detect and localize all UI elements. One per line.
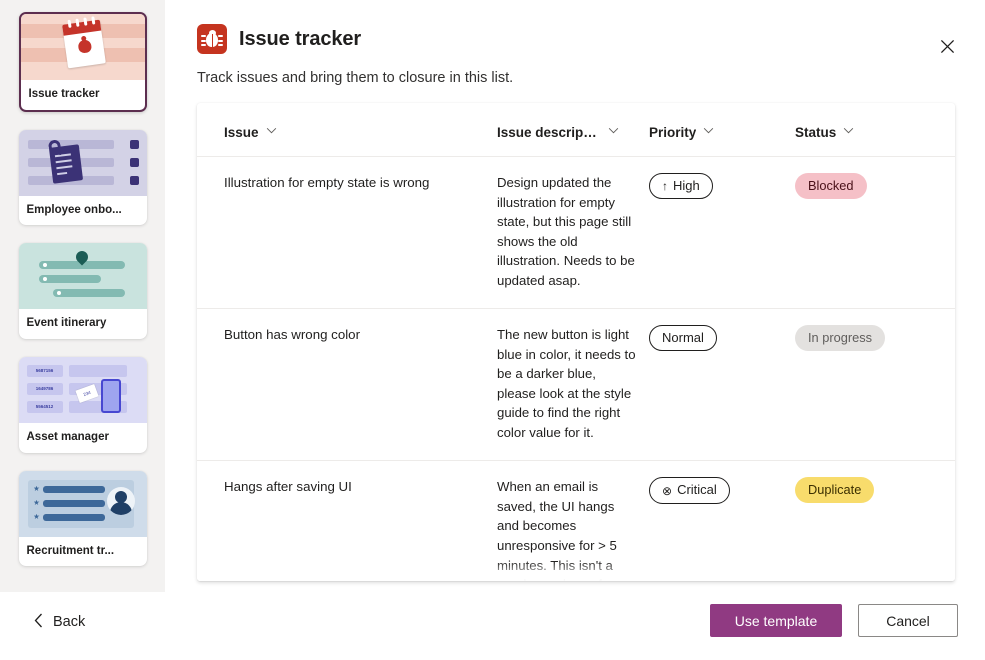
cell-description: When an email is saved, the UI hangs and… — [497, 460, 649, 581]
cell-status: Duplicate — [795, 460, 955, 581]
use-template-button[interactable]: Use template — [710, 604, 842, 637]
column-header-issue[interactable]: Issue — [197, 103, 497, 157]
column-header-label: Issue — [224, 125, 259, 140]
asset-id: 5564512 — [26, 400, 63, 413]
issue-tracker-thumb — [20, 14, 145, 80]
back-button[interactable]: Back — [30, 607, 89, 637]
asset-id: 1649786 — [26, 382, 63, 395]
status-badge[interactable]: Duplicate — [795, 477, 875, 504]
sidebar-item-asset-manager[interactable]: 5687156 1649786 5564512 234 Asset manage… — [18, 356, 147, 453]
cell-issue: Illustration for empty state is wrong — [197, 156, 497, 310]
cancel-button[interactable]: Cancel — [858, 604, 958, 637]
column-header-issue-description[interactable]: Issue descripti... — [497, 103, 649, 157]
status-badge[interactable]: In progress — [795, 325, 886, 352]
priority-pill[interactable]: ⊗ Critical — [649, 477, 730, 504]
close-icon[interactable] — [931, 30, 963, 62]
page-title-row: Issue tracker — [197, 24, 361, 54]
cell-issue: Hangs after saving UI — [197, 460, 497, 581]
page-subtitle: Track issues and bring them to closure i… — [197, 70, 514, 86]
sidebar-item-event-itinerary[interactable]: Event itinerary — [18, 243, 147, 339]
column-header-priority[interactable]: Priority — [649, 103, 795, 157]
cell-description-text: Design updated the illustration for empt… — [497, 175, 635, 288]
sidebar-item-issue-tracker[interactable]: Issue tracker — [18, 12, 147, 112]
cell-issue: Button has wrong color — [197, 308, 497, 462]
sidebar-item-label: Event itinerary — [26, 317, 107, 330]
priority-pill[interactable]: Normal — [649, 325, 717, 352]
bug-icon — [197, 24, 227, 54]
arrow-up-icon: ↑ — [662, 179, 668, 194]
dialog-footer: Back Use template Cancel — [0, 592, 985, 660]
sidebar-item-employee-onboarding[interactable]: Employee onbo... — [18, 129, 147, 226]
template-list-sidebar[interactable]: Issue tracker Employee onbo... Event iti… — [0, 0, 165, 592]
cancel-circle-icon: ⊗ — [662, 483, 673, 498]
cell-description-text: The new button is light blue in color, i… — [497, 327, 636, 440]
column-header-label: Issue descripti... — [497, 125, 601, 140]
cell-description: The new button is light blue in color, i… — [497, 308, 649, 462]
priority-label: Normal — [662, 330, 704, 346]
priority-label: High — [673, 178, 700, 193]
cell-priority: ⊗ Critical — [649, 460, 795, 581]
cell-status: Blocked — [795, 156, 955, 310]
status-badge[interactable]: Blocked — [795, 173, 867, 199]
column-header-label: Status — [795, 125, 837, 140]
back-label: Back — [53, 614, 86, 630]
employee-onboarding-thumb — [18, 129, 147, 196]
issues-table: Issue Issue descripti... Priority Status… — [197, 103, 955, 581]
cell-description: Design updated the illustration for empt… — [497, 156, 649, 310]
template-preview-pane: Issue tracker Track issues and bring the… — [165, 0, 985, 592]
sidebar-item-label: Asset manager — [26, 430, 109, 443]
recruitment-tracker-thumb — [18, 470, 147, 537]
chevron-down-icon[interactable] — [843, 126, 854, 137]
chevron-down-icon[interactable] — [266, 126, 277, 137]
sidebar-item-label: Recruitment tr... — [26, 544, 115, 557]
event-itinerary-thumb — [18, 243, 147, 310]
table-row[interactable]: Illustration for empty state is wrong De… — [197, 156, 955, 310]
template-picker-dialog: Issue tracker Employee onbo... Event iti… — [0, 0, 985, 660]
sidebar-item-label: Employee onbo... — [26, 203, 122, 216]
priority-pill[interactable]: ↑ High — [649, 173, 713, 200]
column-header-label: Priority — [649, 125, 697, 140]
cell-description-text: When an email is saved, the UI hangs and… — [497, 479, 636, 581]
chevron-down-icon[interactable] — [703, 126, 714, 137]
cell-priority: ↑ High — [649, 156, 795, 310]
sidebar-item-label: Issue tracker — [28, 88, 100, 100]
column-header-status[interactable]: Status — [795, 103, 955, 157]
sidebar-item-recruitment-tracker[interactable]: Recruitment tr... — [18, 470, 147, 567]
chevron-left-icon — [34, 613, 43, 631]
table-row[interactable]: Button has wrong color The new button is… — [197, 308, 955, 462]
asset-manager-thumb: 5687156 1649786 5564512 234 — [18, 356, 147, 423]
avatar — [106, 486, 135, 515]
table-row[interactable]: Hangs after saving UI When an email is s… — [197, 460, 955, 581]
cell-priority: Normal — [649, 308, 795, 462]
issues-table-scroll[interactable]: Issue Issue descripti... Priority Status… — [197, 103, 955, 581]
page-title: Issue tracker — [239, 27, 362, 50]
cell-status: In progress — [795, 308, 955, 462]
issues-table-card: Issue Issue descripti... Priority Status… — [197, 103, 955, 581]
priority-label: Critical — [677, 482, 717, 498]
chevron-down-icon[interactable] — [608, 126, 619, 137]
asset-id: 5687156 — [26, 364, 63, 377]
table-header-row: Issue Issue descripti... Priority Status — [197, 103, 955, 157]
